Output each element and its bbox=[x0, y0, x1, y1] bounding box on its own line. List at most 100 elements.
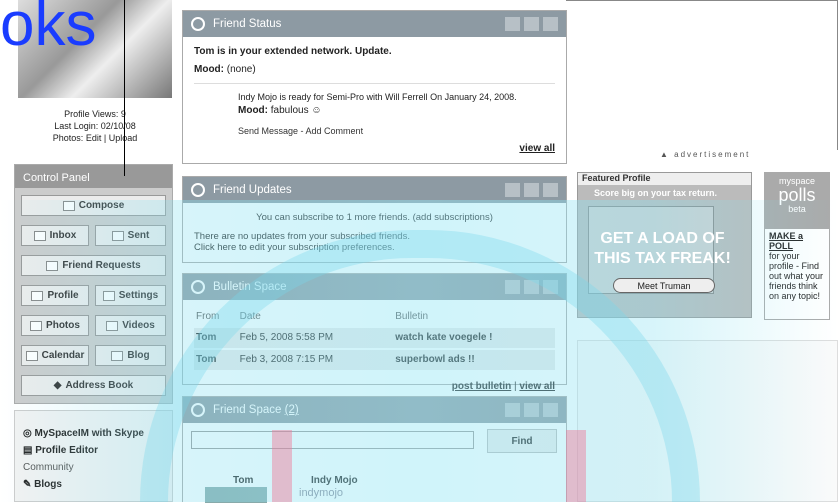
ad-placeholder bbox=[577, 340, 838, 502]
minimize-icon[interactable] bbox=[543, 17, 558, 31]
blog-button[interactable]: Blog bbox=[95, 345, 166, 366]
last-login: Last Login: 02/10/08 bbox=[54, 121, 136, 131]
watermark-stripe bbox=[566, 430, 586, 502]
post-bulletin-link[interactable]: post bulletin bbox=[452, 381, 511, 392]
ad-frame-top bbox=[566, 0, 838, 1]
bulletin-space-panel: Bulletin Space From Date Bulletin Tom Feb 5… bbox=[182, 273, 567, 392]
profile-views: Profile Views: 9 bbox=[64, 109, 126, 119]
up-icon[interactable] bbox=[505, 403, 520, 417]
editor-icon: ▤ bbox=[23, 445, 36, 456]
profile-icon bbox=[31, 290, 44, 301]
blogs-link[interactable]: ✎ Blogs bbox=[23, 476, 164, 493]
ad-headline: GET A LOAD OF THIS TAX FREAK! bbox=[594, 230, 731, 267]
minimize-icon[interactable] bbox=[543, 183, 558, 197]
myspaceim-link[interactable]: ◎ MySpaceIM with Skype bbox=[23, 425, 164, 442]
bulletin-table: From Date Bulletin Tom Feb 5, 2008 5:58 PM w… bbox=[194, 306, 555, 372]
friend-status-panel: Friend Status Tom is in your extended ne… bbox=[182, 10, 567, 164]
down-icon[interactable] bbox=[524, 403, 539, 417]
subscribe-line: You can subscribe to 1 more friends. (ad… bbox=[256, 212, 493, 223]
photos-button[interactable]: Photos bbox=[21, 315, 89, 336]
profile-button[interactable]: Profile bbox=[21, 285, 89, 306]
minimize-icon[interactable] bbox=[543, 403, 558, 417]
friend-status-header: Friend Status bbox=[183, 11, 566, 37]
settings-icon bbox=[102, 290, 115, 301]
settings-button[interactable]: Settings bbox=[95, 285, 166, 306]
status-post: Indy Mojo is ready for Semi-Pro with Wil… bbox=[194, 83, 555, 104]
featured-profile-title: Featured Profile bbox=[578, 173, 751, 185]
advertisement-label: ▲ advertisement bbox=[660, 150, 751, 159]
edit-subscription-link[interactable]: Click here to edit your subscription pre… bbox=[194, 242, 555, 253]
featured-tagline: Score big on your tax return. bbox=[594, 188, 718, 198]
friend-search-input[interactable] bbox=[191, 431, 474, 449]
bulletin-header: Bulletin Space bbox=[183, 274, 566, 300]
blogs-icon: ✎ bbox=[23, 479, 35, 490]
status-icon bbox=[191, 17, 205, 31]
friend-name[interactable]: Tom bbox=[233, 475, 253, 486]
table-row[interactable]: Tom Feb 5, 2008 5:58 PM watch kate voegele… bbox=[194, 328, 555, 350]
friend-requests-button[interactable]: Friend Requests bbox=[21, 255, 166, 276]
watermark-stripe bbox=[272, 430, 292, 502]
table-header: From Date Bulletin bbox=[196, 311, 429, 322]
up-icon[interactable] bbox=[505, 183, 520, 197]
control-panel-title: Control Panel bbox=[15, 165, 172, 188]
control-panel: Control Panel Compose Inbox Sent Friend … bbox=[14, 164, 173, 404]
envelope-icon bbox=[62, 200, 75, 211]
friend-updates-header: Friend Updates bbox=[183, 177, 566, 203]
calendar-button[interactable]: Calendar bbox=[21, 345, 89, 366]
make-poll-link[interactable]: MAKE a POLL bbox=[769, 231, 825, 251]
myspace-polls-ad[interactable]: myspace polls beta MAKE a POLL for your pr… bbox=[764, 172, 830, 320]
polls-description: for your profile - Find out what your fr… bbox=[769, 251, 824, 301]
featured-profile-ad[interactable]: Featured Profile Score big on your tax r… bbox=[577, 172, 752, 318]
up-icon[interactable] bbox=[505, 280, 520, 294]
videos-icon bbox=[106, 320, 119, 331]
friend-photo[interactable] bbox=[205, 487, 267, 503]
find-button[interactable]: Find bbox=[487, 429, 557, 453]
compose-button[interactable]: Compose bbox=[21, 195, 166, 216]
upload-photos-link[interactable]: Upload bbox=[109, 133, 138, 143]
post-mood: Mood: fabulous ☺ bbox=[238, 105, 322, 116]
indymojo-logo[interactable]: indymojo bbox=[299, 487, 343, 499]
polls-logo: myspace polls beta bbox=[765, 173, 829, 229]
links-panel: ◎ MySpaceIM with Skype ▤ Profile Editor … bbox=[14, 410, 173, 502]
photos-line: Photos: Edit | Upload bbox=[52, 133, 138, 143]
down-icon[interactable] bbox=[524, 280, 539, 294]
sent-icon bbox=[111, 230, 124, 241]
diamond-icon: ◆ bbox=[53, 380, 62, 391]
videos-button[interactable]: Videos bbox=[95, 315, 166, 336]
sent-button[interactable]: Sent bbox=[95, 225, 166, 246]
friend-space-header: Friend Space (2) bbox=[183, 397, 566, 423]
photos-icon bbox=[30, 320, 43, 331]
address-book-button[interactable]: ◆ Address Book bbox=[21, 375, 166, 396]
smiley-icon: ☺ bbox=[311, 105, 322, 116]
view-all-status-link[interactable]: view all bbox=[194, 142, 555, 156]
no-updates-text: There are no updates from your subscribe… bbox=[194, 231, 410, 242]
down-icon[interactable] bbox=[524, 183, 539, 197]
edit-photos-link[interactable]: Edit bbox=[86, 133, 102, 143]
friend-updates-panel: Friend Updates You can subscribe to 1 mo… bbox=[182, 176, 567, 263]
network-line: Tom is in your extended network. Update. bbox=[194, 46, 392, 57]
up-icon[interactable] bbox=[505, 17, 520, 31]
minimize-icon[interactable] bbox=[543, 280, 558, 294]
inbox-icon bbox=[33, 230, 46, 241]
friend-request-icon bbox=[46, 260, 59, 271]
add-subscriptions-link[interactable]: (add subscriptions) bbox=[413, 212, 493, 223]
bulletin-icon bbox=[191, 280, 205, 294]
mood-line: Mood: (none) bbox=[194, 64, 256, 75]
panel-controls bbox=[505, 17, 558, 31]
down-icon[interactable] bbox=[524, 17, 539, 31]
view-all-bulletins-link[interactable]: view all bbox=[519, 381, 555, 392]
cursor-line bbox=[124, 0, 125, 176]
updates-icon bbox=[191, 183, 205, 197]
profile-editor-link[interactable]: ▤ Profile Editor bbox=[23, 442, 164, 459]
friend-name[interactable]: Indy Mojo bbox=[311, 475, 358, 486]
inbox-button[interactable]: Inbox bbox=[21, 225, 89, 246]
send-message-link[interactable]: Send Message - Add Comment bbox=[194, 124, 555, 138]
bulletin-footer: post bulletin | view all bbox=[451, 381, 555, 392]
overlay-text: oks bbox=[0, 0, 97, 59]
meet-truman-button[interactable]: Meet Truman bbox=[613, 278, 715, 293]
update-link[interactable]: Update. bbox=[355, 46, 392, 57]
table-row[interactable]: Tom Feb 3, 2008 7:15 PM superbowl ads !! bbox=[194, 349, 555, 372]
calendar-icon bbox=[25, 350, 38, 361]
community-heading: Community bbox=[23, 462, 74, 473]
friend-space-panel: Friend Space (2) Find Tom Indy Mojo indy… bbox=[182, 396, 567, 503]
